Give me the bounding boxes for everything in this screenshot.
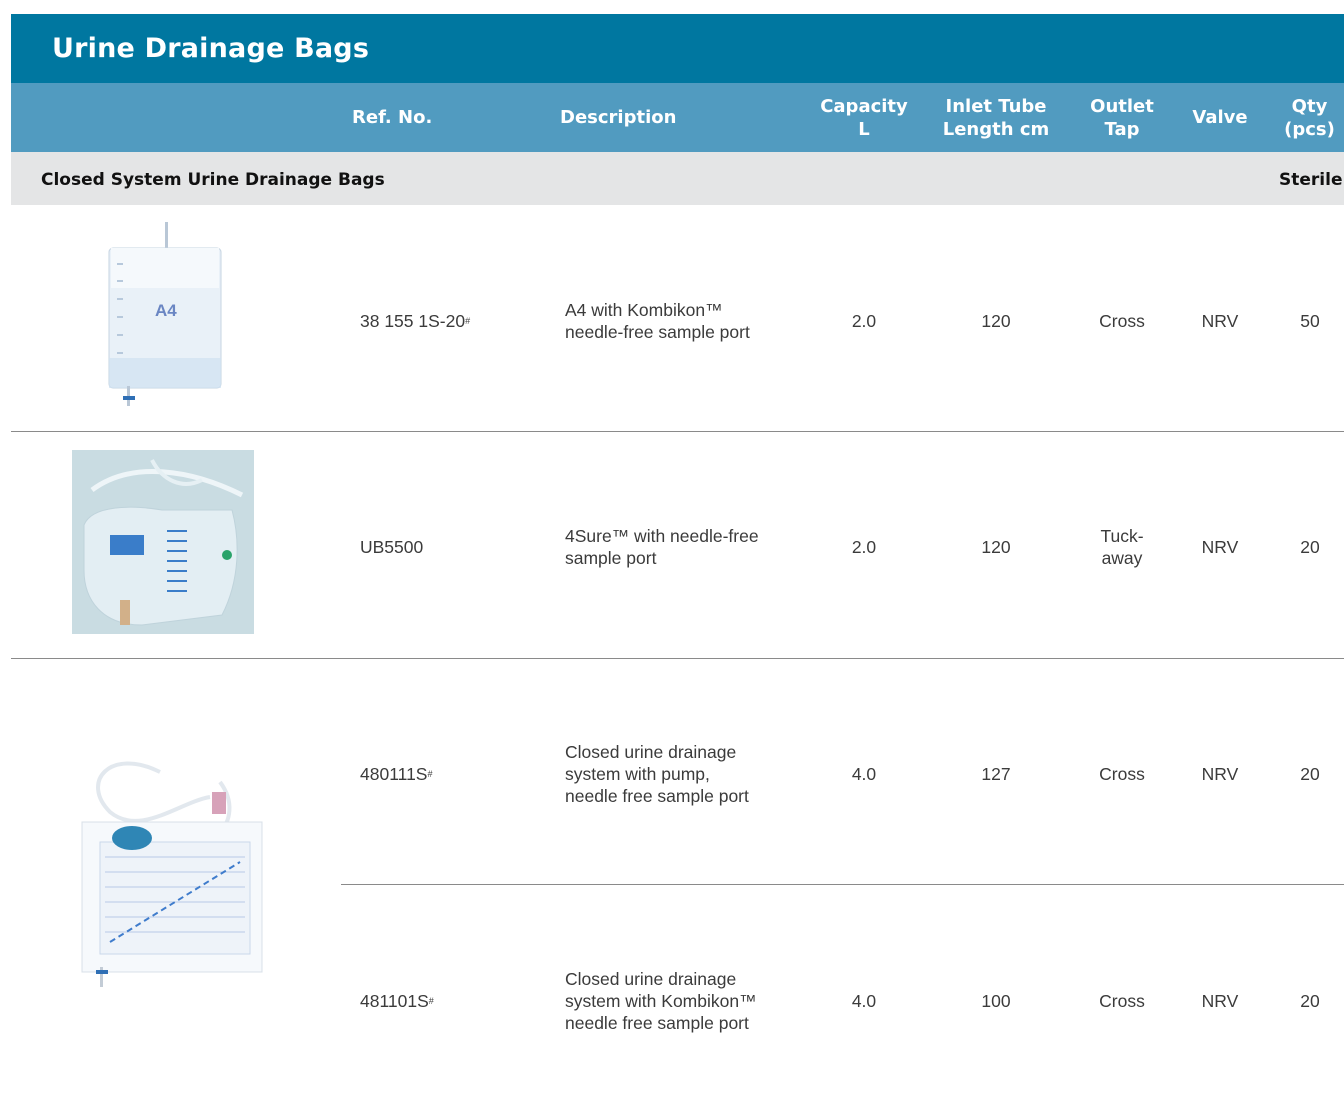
section-title: Closed System Urine Drainage Bags [41, 170, 385, 190]
row-divider [11, 431, 1344, 432]
description: Closed urine drainage system with Kombik… [565, 969, 757, 1033]
capacity: 2.0 [851, 537, 877, 557]
valve: NRV [1201, 991, 1239, 1011]
ref-number: 38 155 1S-20 # [360, 311, 471, 331]
qty: 20 [1300, 764, 1320, 784]
inlet-tube-length: 127 [981, 764, 1011, 784]
outlet-tap: Cross [1099, 764, 1145, 784]
table-title-bar: Urine Drainage Bags [11, 14, 1344, 83]
column-header-qty: Qty (pcs) [1284, 95, 1335, 140]
outlet-tap: Cross [1099, 311, 1145, 331]
valve: NRV [1201, 311, 1239, 331]
section-header-row: Closed System Urine Drainage Bags Steril… [11, 152, 1344, 205]
column-header-outlet-tap: Outlet Tap [1090, 95, 1154, 140]
outlet-tap: Tuck- away [1100, 526, 1144, 568]
column-header-ref: Ref. No. [352, 107, 433, 128]
outlet-tap: Cross [1099, 991, 1145, 1011]
a4-drainage-bag-image: A4 [97, 218, 237, 418]
4sure-drainage-bag-image [72, 450, 254, 634]
sterile-label: Sterile [1279, 170, 1343, 190]
a4-bag-label: A4 [155, 301, 177, 320]
ref-number: 481101S # [360, 991, 434, 1011]
valve: NRV [1201, 537, 1239, 557]
valve: NRV [1201, 764, 1239, 784]
pump-drainage-bag-image [70, 742, 272, 994]
capacity: 4.0 [851, 764, 877, 784]
row-divider [341, 884, 1344, 885]
column-header-capacity: Capacity L [820, 95, 908, 140]
inlet-tube-length: 120 [981, 311, 1011, 331]
capacity: 4.0 [851, 991, 877, 1011]
page-title: Urine Drainage Bags [52, 33, 370, 64]
qty: 50 [1300, 311, 1320, 331]
description: Closed urine drainage system with pump, … [565, 742, 749, 806]
description: A4 with Kombikon™ needle-free sample por… [565, 300, 750, 342]
inlet-tube-length: 100 [981, 991, 1011, 1011]
row-divider [11, 658, 1344, 659]
column-header-description: Description [560, 107, 677, 128]
table-header-row: Ref. No. Description Capacity L Inlet Tu… [11, 83, 1344, 152]
ref-number: 480111S # [360, 764, 433, 784]
capacity: 2.0 [851, 311, 877, 331]
ref-number: UB5500 [360, 537, 424, 557]
description: 4Sure™ with needle-free sample port [565, 526, 759, 568]
column-header-inlet-tube: Inlet Tube Length cm [942, 95, 1050, 140]
qty: 20 [1300, 537, 1320, 557]
qty: 20 [1300, 991, 1320, 1011]
inlet-tube-length: 120 [981, 537, 1011, 557]
column-header-valve: Valve [1192, 107, 1248, 128]
